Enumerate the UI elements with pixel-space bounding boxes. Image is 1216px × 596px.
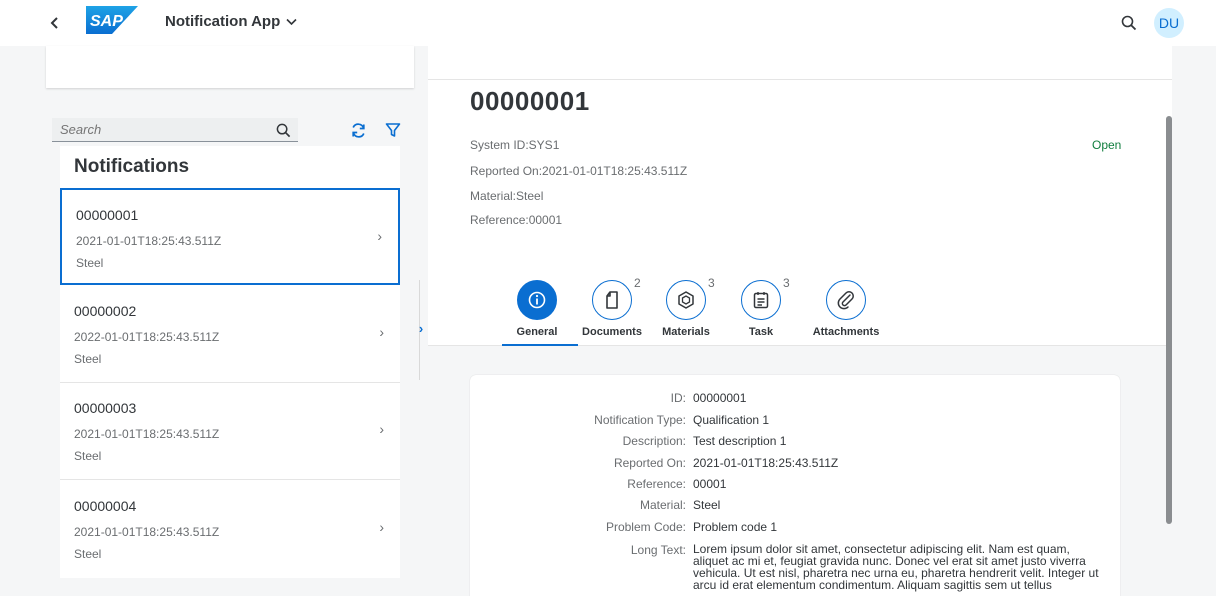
item-material: Steel [76,256,104,270]
field-value-reference: 00001 [693,477,727,491]
materials-icon [678,291,694,309]
list-title: Notifications [74,156,190,177]
list-item[interactable]: 00000003 2021-01-01T18:25:43.511Z Steel … [60,383,400,480]
paperclip-icon [837,291,854,310]
field-label-description: Description: [622,434,686,448]
task-icon [753,292,769,309]
field-value-description: Test description 1 [693,434,787,448]
app-title: Notification App [165,13,281,30]
tab-attachments[interactable]: Attachments [806,280,886,344]
page-margin [1172,46,1216,596]
field-label-problem-code: Problem Code: [605,520,686,534]
item-id: 00000003 [74,400,137,416]
info-icon [528,291,546,309]
field-value-long-text: Lorem ipsum dolor sit amet, consectetur … [693,542,1099,592]
field-label-id: ID: [670,391,686,405]
field-value-notification-type: Qualification 1 [693,413,770,427]
filter-icon [385,123,401,137]
attribute-material: Material:Steel [470,189,544,203]
item-id: 00000004 [74,498,137,514]
back-button[interactable] [44,12,66,34]
tab-general[interactable]: General [502,280,578,347]
shell-bar: SAP Notification App DU [0,0,1216,46]
refresh-button[interactable] [347,119,369,141]
list-item[interactable]: 00000001 2021-01-01T18:25:43.511Z Steel … [60,188,400,285]
chevron-right-icon: › [379,421,384,437]
detail-top-bar [428,46,1172,80]
tab-count: 3 [708,276,715,290]
search-input[interactable] [52,122,252,137]
search-icon [1121,15,1137,31]
tab-label: Documents [582,326,642,338]
list-item[interactable]: 00000004 2021-01-01T18:25:43.511Z Steel … [60,481,400,578]
field-label-reference: Reference: [627,477,686,491]
search-field[interactable] [52,118,298,142]
tab-label: Materials [662,326,710,338]
field-value-reported-on: 2021-01-01T18:25:43.511Z [693,456,839,470]
tab-label: Task [748,326,774,338]
item-material: Steel [74,449,102,463]
shell-search-button[interactable] [1118,12,1140,34]
item-id: 00000001 [76,207,139,223]
attribute-system-id: System ID:SYS1 [470,138,560,152]
master-header-card [46,46,414,88]
field-label-material: Material: [639,498,686,512]
chevron-right-icon: › [418,320,424,336]
chevron-down-icon [286,18,297,25]
logo-text: SAP [90,13,123,30]
item-date: 2021-01-01T18:25:43.511Z [74,427,220,441]
tab-task[interactable]: 3 Task [726,276,796,344]
field-label-long-text: Long Text: [630,543,686,557]
field-value-id: 00000001 [693,391,747,405]
tab-label: General [516,326,558,338]
chevron-right-icon: › [379,324,384,340]
object-title: 00000001 [470,86,590,116]
filter-button[interactable] [382,119,404,141]
list-item[interactable]: 00000002 2022-01-01T18:25:43.511Z Steel … [60,286,400,383]
tab-count: 3 [783,276,790,290]
tab-label: Attachments [812,326,880,338]
status-badge: Open [1092,138,1122,152]
item-material: Steel [74,547,102,561]
tab-documents[interactable]: 2 Documents [577,276,647,344]
field-label-notification-type: Notification Type: [594,413,686,427]
item-date: 2022-01-01T18:25:43.511Z [74,330,220,344]
icon-tab-bar: General 2 Documents 3 Materials 3 Task A… [428,270,1172,347]
item-material: Steel [74,352,102,366]
tab-materials[interactable]: 3 Materials [651,276,721,344]
tab-count: 2 [634,276,641,290]
scrollbar[interactable] [1166,116,1172,524]
avatar[interactable]: DU [1154,8,1184,38]
item-date: 2021-01-01T18:25:43.511Z [76,234,222,248]
field-value-problem-code: Problem code 1 [693,520,778,534]
chevron-left-icon [50,17,58,29]
chevron-right-icon: › [379,519,384,535]
refresh-icon [351,122,365,138]
item-date: 2021-01-01T18:25:43.511Z [74,525,220,539]
document-icon [606,291,618,309]
attribute-reported-on: Reported On:2021-01-01T18:25:43.511Z [470,164,688,178]
field-label-reported-on: Reported On: [613,456,686,470]
chevron-right-icon: › [377,228,382,244]
sap-logo: SAP [86,6,138,34]
field-value-material: Steel [693,498,721,512]
attribute-reference: Reference:00001 [470,213,563,227]
search-icon[interactable] [274,121,292,139]
expand-column-button[interactable]: › [414,318,428,338]
app-title-menu[interactable]: Notification App [165,13,297,30]
notification-list: Notifications 00000001 2021-01-01T18:25:… [60,146,400,578]
item-id: 00000002 [74,303,137,319]
